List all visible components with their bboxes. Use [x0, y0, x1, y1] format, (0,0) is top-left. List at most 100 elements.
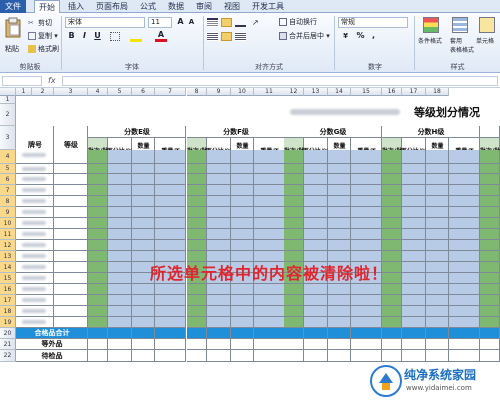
footer-cell[interactable] — [382, 350, 402, 362]
name-box[interactable] — [2, 76, 42, 86]
data-cell[interactable] — [480, 240, 500, 251]
row-header[interactable]: 21 — [0, 339, 16, 350]
data-cell[interactable] — [54, 273, 88, 284]
data-cell[interactable] — [304, 196, 328, 207]
data-cell[interactable] — [382, 164, 402, 174]
data-cell[interactable] — [88, 207, 108, 218]
row-header[interactable]: 12 — [0, 240, 16, 251]
format-painter-button[interactable]: 格式刷 — [28, 45, 59, 54]
grow-font-button[interactable]: A — [175, 17, 186, 27]
data-cell[interactable] — [426, 306, 449, 317]
row-header[interactable]: 18 — [0, 306, 16, 317]
data-cell[interactable] — [132, 174, 155, 185]
data-cell[interactable] — [449, 240, 480, 251]
orientation-button[interactable]: ↗ — [252, 18, 263, 27]
data-cell[interactable] — [382, 229, 402, 240]
data-cell[interactable] — [132, 196, 155, 207]
footer-cell[interactable] — [284, 350, 304, 362]
data-cell[interactable] — [449, 207, 480, 218]
data-cell[interactable] — [254, 284, 285, 295]
footer-cell[interactable] — [284, 339, 304, 350]
data-cell[interactable] — [402, 218, 426, 229]
data-cell[interactable] — [480, 229, 500, 240]
column-header[interactable]: 4 — [88, 88, 108, 96]
data-cell[interactable] — [187, 317, 207, 328]
column-header[interactable]: 14 — [328, 88, 351, 96]
align-middle-button[interactable] — [221, 18, 232, 27]
data-cell[interactable] — [382, 317, 402, 328]
data-cell[interactable] — [187, 229, 207, 240]
data-cell[interactable] — [351, 240, 382, 251]
data-cell[interactable] — [402, 207, 426, 218]
data-cell[interactable] — [155, 174, 186, 185]
data-cell[interactable] — [54, 284, 88, 295]
column-header[interactable]: 10 — [231, 88, 254, 96]
data-cell[interactable] — [351, 185, 382, 196]
cut-button[interactable]: ✂ 剪切 — [28, 19, 52, 28]
footer-cell[interactable] — [187, 328, 207, 339]
data-cell[interactable] — [231, 150, 254, 164]
data-cell[interactable] — [187, 185, 207, 196]
data-cell[interactable] — [88, 185, 108, 196]
data-cell[interactable] — [108, 218, 132, 229]
data-cell[interactable] — [304, 306, 328, 317]
data-cell[interactable] — [449, 284, 480, 295]
data-cell[interactable] — [304, 295, 328, 306]
data-cell[interactable] — [480, 251, 500, 262]
data-cell[interactable] — [132, 240, 155, 251]
data-cell[interactable] — [426, 185, 449, 196]
row-header[interactable]: 9 — [0, 207, 16, 218]
footer-cell[interactable] — [480, 339, 500, 350]
align-bottom-button[interactable] — [235, 18, 246, 27]
data-cell[interactable] — [449, 229, 480, 240]
footer-cell[interactable] — [382, 328, 402, 339]
data-cell[interactable] — [449, 317, 480, 328]
data-cell[interactable] — [480, 150, 500, 164]
footer-cell[interactable] — [304, 328, 328, 339]
footer-cell[interactable] — [449, 339, 480, 350]
data-cell[interactable] — [231, 196, 254, 207]
footer-cell[interactable] — [108, 339, 132, 350]
data-cell[interactable] — [328, 306, 351, 317]
data-cell[interactable] — [88, 317, 108, 328]
footer-cell[interactable] — [88, 328, 108, 339]
data-cell[interactable] — [254, 240, 285, 251]
data-cell[interactable] — [426, 229, 449, 240]
data-cell[interactable] — [254, 164, 285, 174]
data-cell[interactable] — [231, 317, 254, 328]
data-cell[interactable] — [426, 150, 449, 164]
data-cell[interactable] — [426, 317, 449, 328]
data-cell[interactable] — [284, 207, 304, 218]
footer-cell[interactable] — [351, 339, 382, 350]
data-cell[interactable] — [480, 164, 500, 174]
data-cell[interactable] — [351, 218, 382, 229]
data-cell[interactable] — [54, 174, 88, 185]
data-cell[interactable] — [88, 218, 108, 229]
data-cell[interactable] — [480, 284, 500, 295]
footer-cell[interactable] — [108, 328, 132, 339]
row-header[interactable]: 16 — [0, 284, 16, 295]
data-cell[interactable] — [304, 174, 328, 185]
data-cell[interactable] — [132, 295, 155, 306]
comma-button[interactable]: , — [368, 31, 379, 41]
data-cell[interactable] — [351, 174, 382, 185]
italic-button[interactable]: I — [79, 31, 90, 41]
column-header[interactable]: 2 — [32, 88, 54, 96]
data-cell[interactable] — [88, 262, 108, 273]
data-cell[interactable] — [382, 174, 402, 185]
data-cell[interactable] — [328, 207, 351, 218]
data-cell[interactable] — [480, 185, 500, 196]
data-cell[interactable] — [231, 229, 254, 240]
spreadsheet-grid[interactable]: 1 2 3 4 5 6 7 8 9 10 11 12 13 14 15 16 17 18 1 2 3 4 5 6 7 8 9 10 1… — [0, 88, 500, 403]
data-cell[interactable] — [187, 218, 207, 229]
data-cell[interactable] — [402, 262, 426, 273]
data-cell[interactable] — [108, 150, 132, 164]
data-cell[interactable] — [254, 150, 285, 164]
select-all-corner[interactable] — [0, 88, 16, 96]
data-cell[interactable] — [304, 218, 328, 229]
data-cell[interactable] — [426, 295, 449, 306]
data-cell[interactable] — [449, 306, 480, 317]
data-cell[interactable] — [187, 164, 207, 174]
footer-cell[interactable] — [155, 328, 186, 339]
data-cell[interactable] — [108, 317, 132, 328]
